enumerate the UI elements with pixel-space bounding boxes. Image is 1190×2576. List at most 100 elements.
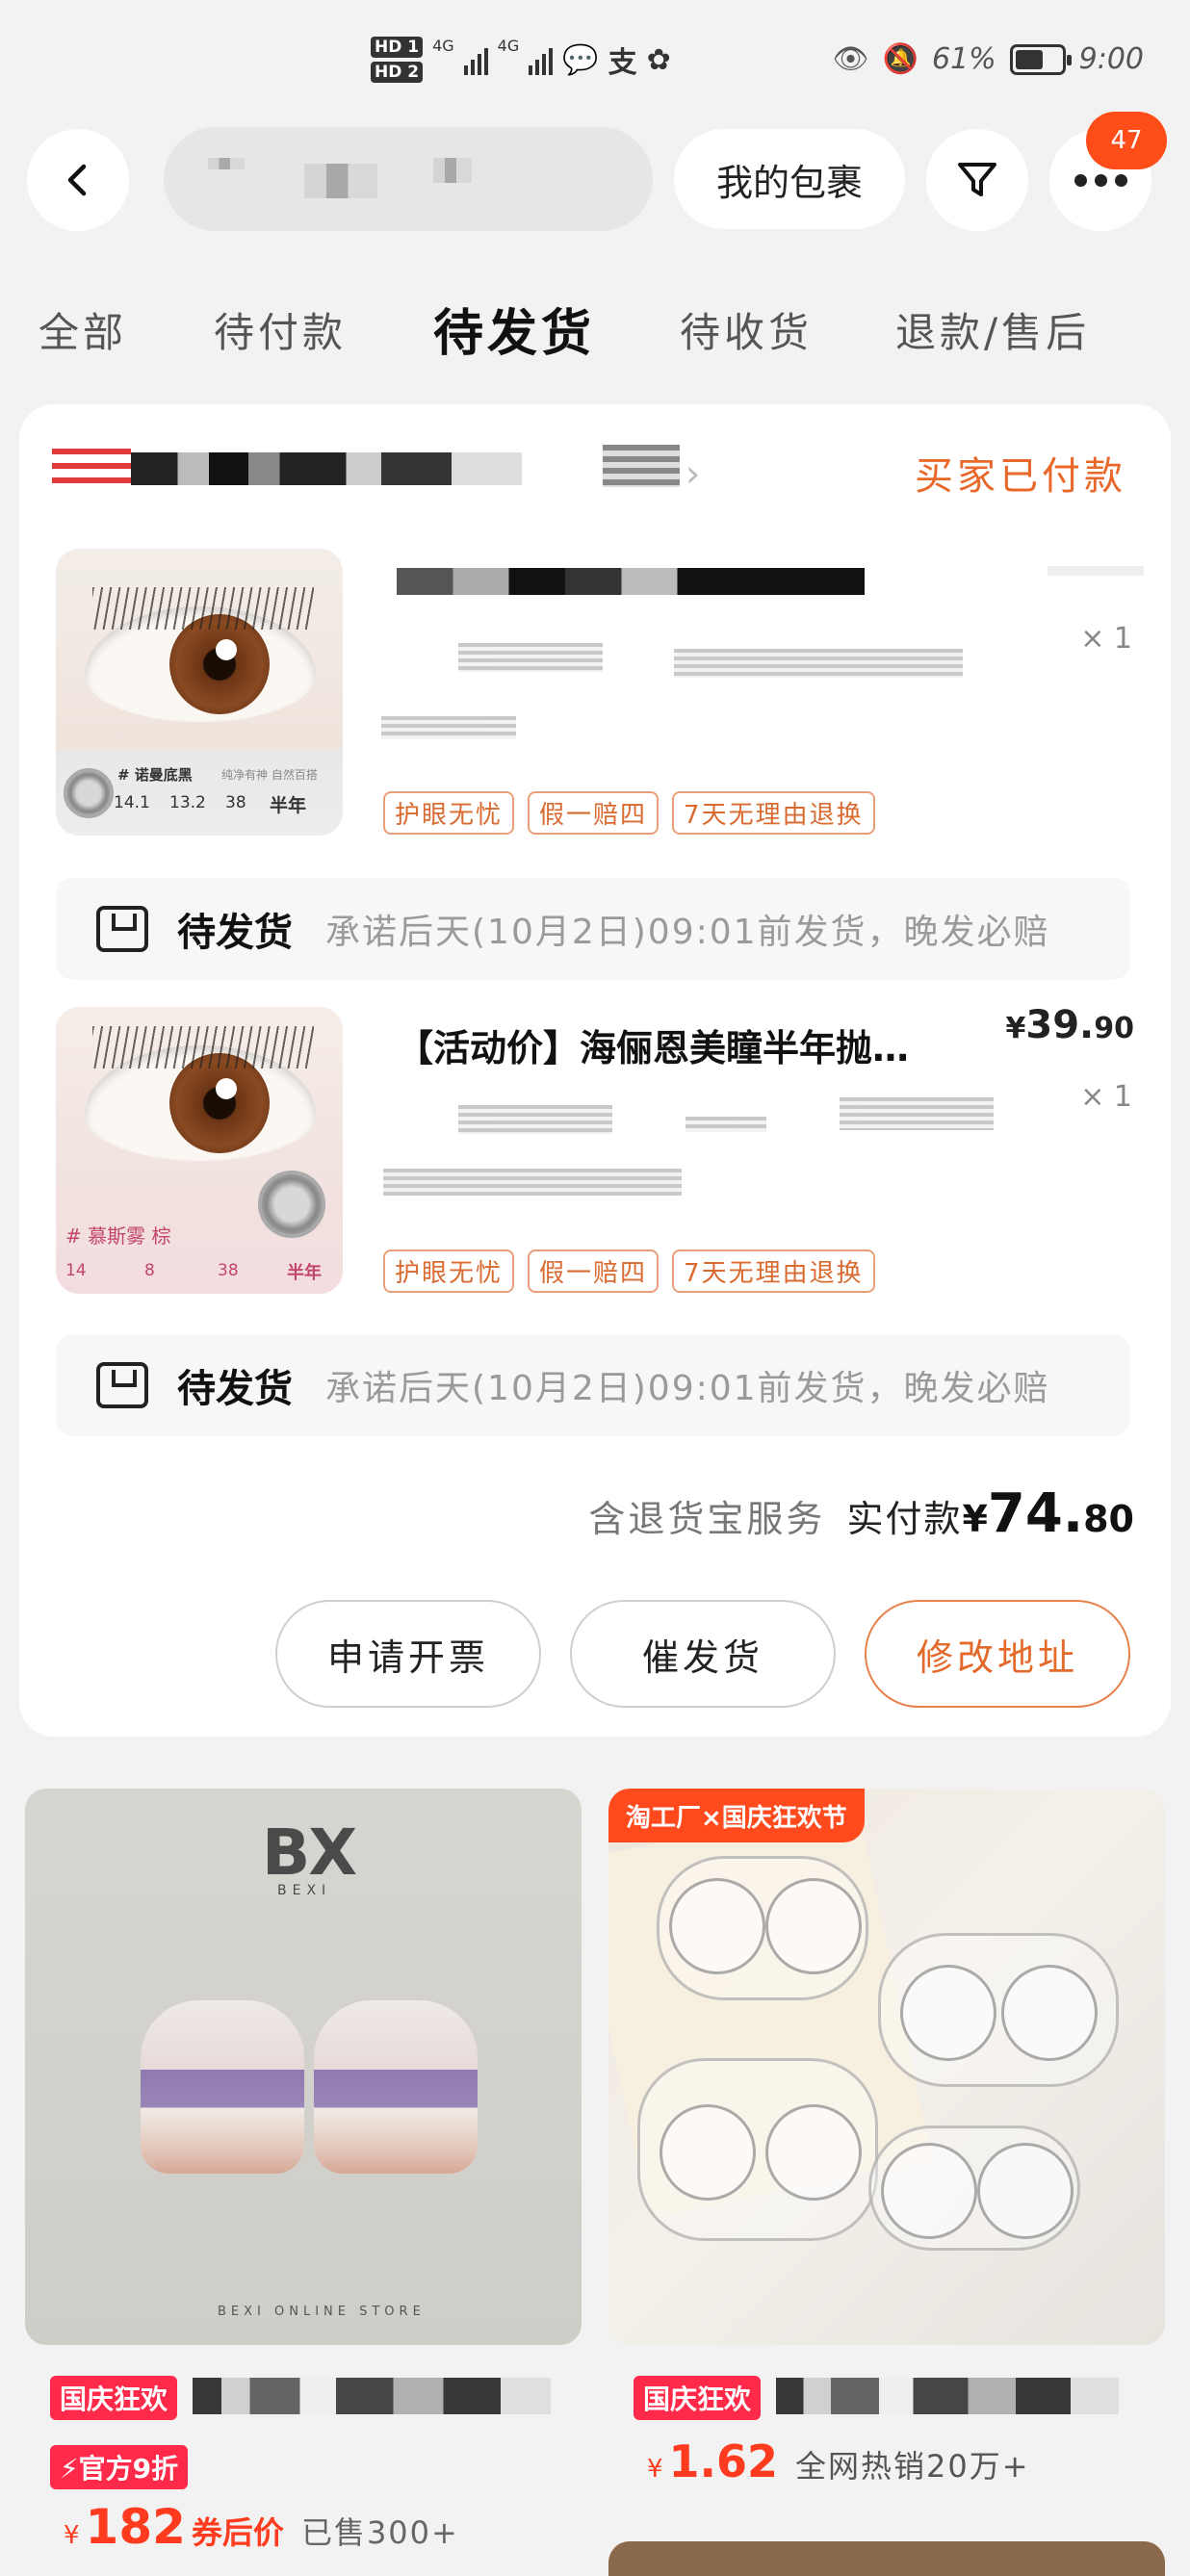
- total-label: 实付款: [846, 1498, 963, 1540]
- total-currency: ¥: [962, 1498, 988, 1540]
- tab-pending-payment[interactable]: 待付款: [214, 300, 347, 359]
- search-bar[interactable]: [164, 127, 653, 231]
- recommendation-image-2[interactable]: 淘工厂×国庆狂欢节: [608, 1789, 1165, 2345]
- thumb-spec-1: 14: [65, 1261, 87, 1280]
- tag-eye-care: 护眼无忧: [383, 791, 515, 835]
- shop-name-redacted[interactable]: [131, 452, 522, 485]
- price-value: 1.62: [668, 2435, 779, 2487]
- thumb-spec-3: 38: [218, 1261, 239, 1280]
- product-title-redacted[interactable]: [193, 2378, 551, 2414]
- tab-all[interactable]: 全部: [39, 300, 127, 359]
- promo-tag-1: 国庆狂欢: [50, 2376, 178, 2420]
- thumb-spec-2: 8: [144, 1261, 155, 1280]
- product-thumbnail-1[interactable]: # 诺曼底黑 纯净有神 自然百搭 14.1 13.2 38 半年: [56, 549, 343, 836]
- service-tags-2: 护眼无忧 假一赔四 7天无理由退换: [383, 1249, 875, 1293]
- my-packages-button[interactable]: 我的包裹: [674, 129, 905, 229]
- notification-badge: 47: [1086, 112, 1167, 169]
- price-currency: ¥: [1005, 1012, 1026, 1045]
- sku-redacted: [686, 1117, 766, 1132]
- shipping-promise-2: 承诺后天(10月2日)09:01前发货，晚发必赔: [325, 1369, 1050, 1408]
- lens-case-image: [868, 2125, 1080, 2251]
- request-invoice-button[interactable]: 申请开票: [275, 1600, 541, 1708]
- product-title-2[interactable]: 【活动价】海俪恩美瞳半年抛…: [397, 1018, 1001, 1071]
- tag-7day-return: 7天无理由退换: [672, 1249, 875, 1293]
- shipping-status-2: 待发货: [177, 1367, 293, 1411]
- redacted-text: [304, 164, 377, 198]
- signal-icon-2: [529, 44, 554, 75]
- lens-case-image: [657, 1856, 868, 2000]
- thumb-spec-1: 14.1: [114, 793, 150, 812]
- chat-icon: 💬: [562, 42, 599, 77]
- redacted-text: [208, 158, 245, 169]
- lens-image: [64, 768, 114, 818]
- price-decimal: 90: [1094, 1012, 1134, 1045]
- return-insurance-note[interactable]: 含退货宝服务: [588, 1489, 825, 1542]
- network-type-1: 4G: [432, 37, 454, 55]
- tag-7day-return: 7天无理由退换: [672, 791, 875, 835]
- shipping-box-icon: [96, 1362, 148, 1408]
- lashes-decoration: [92, 1026, 314, 1069]
- price-row-2: ¥ 1.62 全网热销20万+: [647, 2435, 1030, 2487]
- promo-ribbon: 淘工厂×国庆狂欢节: [608, 1789, 865, 1842]
- brand-subtitle: BEXI: [277, 1883, 332, 1898]
- hd2-indicator: HD 2: [371, 62, 424, 83]
- tag-fake-compensation: 假一赔四: [528, 1249, 660, 1293]
- total-integer: 74.: [987, 1482, 1084, 1545]
- price-redacted-1: [1048, 566, 1144, 576]
- price-currency: ¥: [64, 2521, 80, 2550]
- shipping-status-row-1[interactable]: 待发货 承诺后天(10月2日)09:01前发货，晚发必赔: [56, 878, 1130, 980]
- recommendation-image-3[interactable]: [608, 2541, 1165, 2576]
- clock: 9:00: [1078, 42, 1144, 76]
- quantity-1: × 1: [1080, 622, 1132, 656]
- alipay-icon: 支: [608, 46, 637, 80]
- price-value: 182: [85, 2499, 186, 2555]
- thumb-product-name: # 慕斯雾 棕: [65, 1224, 171, 1248]
- thumb-spec-4: 半年: [287, 1263, 322, 1283]
- urge-shipment-button[interactable]: 催发货: [570, 1600, 836, 1708]
- shop-logo[interactable]: [52, 449, 131, 493]
- shipping-box-icon: [96, 906, 148, 952]
- thumb-spec-2: 13.2: [169, 793, 206, 812]
- more-dots-icon: [1074, 173, 1127, 187]
- modify-address-button[interactable]: 修改地址: [865, 1600, 1130, 1708]
- sku-redacted: [840, 1097, 994, 1130]
- store-caption: BEXI ONLINE STORE: [218, 2305, 426, 2319]
- promo-tag-2: 国庆狂欢: [634, 2376, 762, 2420]
- hd1-indicator: HD 1: [371, 37, 424, 58]
- lens-image: [258, 1171, 325, 1238]
- status-bar: HD 1 HD 2 4G 4G 💬 支 ✿ 👁 🔕 61% 9:00: [0, 0, 1190, 125]
- sku-redacted: [381, 716, 516, 739]
- product-title-redacted-1[interactable]: [397, 568, 865, 595]
- tab-pending-receipt[interactable]: 待收货: [680, 300, 813, 359]
- battery-percent: 61%: [931, 42, 996, 76]
- product-thumbnail-2[interactable]: # 慕斯雾 棕 14 8 38 半年: [56, 1007, 343, 1294]
- back-button[interactable]: [27, 129, 129, 231]
- shop-name-redacted-tail[interactable]: [603, 445, 680, 487]
- redacted-text: [433, 158, 472, 183]
- chevron-right-icon[interactable]: ›: [686, 452, 700, 495]
- filter-button[interactable]: [926, 129, 1028, 231]
- shoe-left-image: [141, 2000, 304, 2174]
- tab-refund-aftersale[interactable]: 退款/售后: [895, 300, 1090, 359]
- shipping-status-row-2[interactable]: 待发货 承诺后天(10月2日)09:01前发货，晚发必赔: [56, 1334, 1130, 1436]
- total-decimal: 80: [1083, 1498, 1134, 1540]
- order-total-row: 含退货宝服务 实付款 ¥ 74. 80: [588, 1482, 1134, 1545]
- recommendation-image-1[interactable]: BX BEXI BEXI ONLINE STORE: [25, 1789, 582, 2345]
- lens-case-image: [637, 2058, 878, 2241]
- network-type-2: 4G: [497, 37, 520, 55]
- order-tabs: 全部 待付款 待发货 待收货 退款/售后: [0, 289, 1190, 366]
- status-right-group: 👁 🔕 61% 9:00: [832, 42, 1144, 76]
- discount-tag: ⚡官方9折: [50, 2445, 189, 2489]
- shipping-status-1: 待发货: [177, 911, 293, 955]
- lashes-decoration: [92, 587, 314, 630]
- product-title-redacted[interactable]: [776, 2378, 1119, 2414]
- sold-count: 已售300+: [300, 2514, 459, 2551]
- brand-logo: BX: [262, 1816, 357, 1890]
- thumb-subtitle: 纯净有神 自然百搭: [221, 768, 318, 782]
- tab-pending-shipment[interactable]: 待发货: [433, 293, 595, 365]
- sku-redacted: [383, 1169, 682, 1196]
- back-arrow-icon: [67, 164, 87, 196]
- price-integer: 39.: [1025, 1003, 1095, 1047]
- thumb-spec-4: 半年: [270, 795, 307, 816]
- tag-fake-compensation: 假一赔四: [528, 791, 660, 835]
